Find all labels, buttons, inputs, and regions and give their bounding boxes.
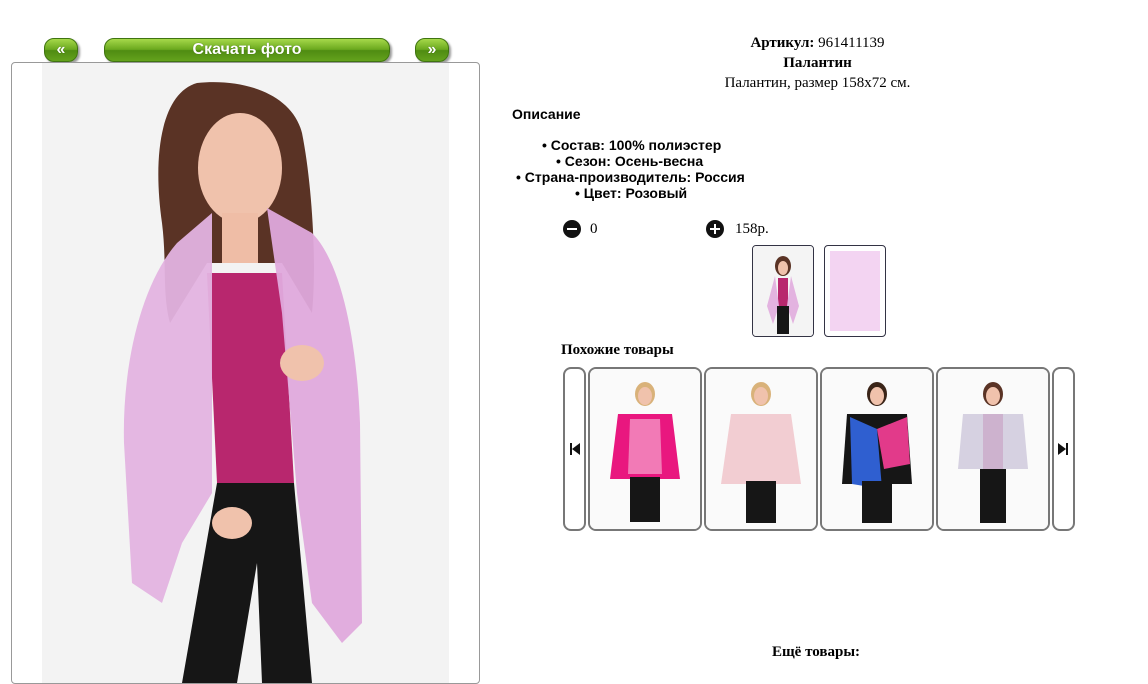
similar-product-card[interactable] [820,367,934,531]
price-value: 158р. [735,221,769,237]
quantity-value: 0 [590,221,598,237]
property-item: • Состав: 100% полиэстер [542,137,722,153]
skip-forward-icon [1058,443,1068,455]
description-title: Описание [512,106,581,122]
similar-product-image [822,369,932,529]
download-photo-button[interactable]: Скачать фото [104,38,390,62]
similar-product-card[interactable] [936,367,1050,531]
thumbnail-model-image [753,246,813,336]
next-photo-button[interactable]: » [415,38,449,62]
plus-icon[interactable] [706,220,724,238]
skip-back-icon [570,443,580,455]
similar-product-image [938,369,1048,529]
similar-next-button[interactable] [1052,367,1075,531]
minus-icon[interactable] [563,220,581,238]
article-line: Артикул: 961411139 [620,35,1015,52]
similar-product-image [706,369,816,529]
property-item: • Цвет: Розовый [575,185,688,201]
product-subtitle: Палантин, размер 158x72 см. [724,75,911,91]
fabric-swatch [830,251,880,331]
photo-thumbnail[interactable] [752,245,814,337]
similar-product-image [590,369,700,529]
similar-product-card[interactable] [704,367,818,531]
article-label: Артикул: [750,35,815,51]
prev-photo-button[interactable]: « [44,38,78,62]
article-value: 961411139 [818,35,885,51]
product-name: Палантин [783,55,852,71]
photo-thumbnail[interactable] [824,245,886,337]
property-item: • Страна-производитель: Россия [516,169,745,185]
similar-product-card[interactable] [588,367,702,531]
main-photo [11,62,480,684]
model-photo [42,63,449,683]
similar-products-title: Похожие товары [561,342,674,358]
more-products-title: Ещё товары: [772,644,861,660]
similar-prev-button[interactable] [563,367,586,531]
property-item: • Сезон: Осень-весна [556,153,704,169]
